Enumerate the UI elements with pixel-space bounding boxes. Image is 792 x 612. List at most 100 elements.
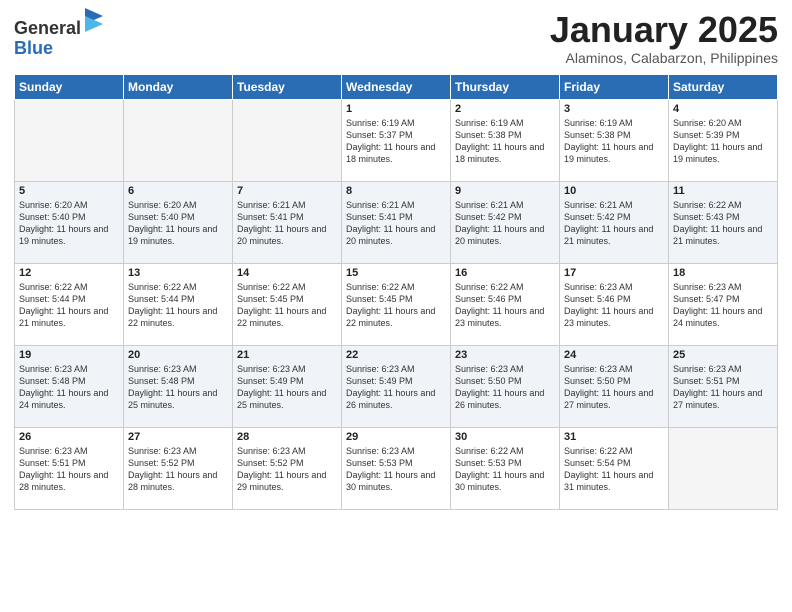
day-number: 31 [564, 431, 664, 443]
day-number: 18 [673, 267, 773, 279]
table-row: 23 Sunrise: 6:23 AM Sunset: 5:50 PM Dayli… [451, 345, 560, 427]
table-row: 2 Sunrise: 6:19 AM Sunset: 5:38 PM Daylig… [451, 99, 560, 181]
day-number: 1 [346, 103, 446, 115]
day-info: Sunrise: 6:20 AM Sunset: 5:40 PM Dayligh… [19, 199, 119, 248]
day-info: Sunrise: 6:21 AM Sunset: 5:42 PM Dayligh… [455, 199, 555, 248]
col-tuesday: Tuesday [233, 74, 342, 99]
day-info: Sunrise: 6:23 AM Sunset: 5:52 PM Dayligh… [237, 445, 337, 494]
table-row: 26 Sunrise: 6:23 AM Sunset: 5:51 PM Dayli… [15, 427, 124, 509]
logo: General Blue [14, 10, 105, 59]
table-row: 31 Sunrise: 6:22 AM Sunset: 5:54 PM Dayli… [560, 427, 669, 509]
table-row: 21 Sunrise: 6:23 AM Sunset: 5:49 PM Dayli… [233, 345, 342, 427]
day-info: Sunrise: 6:23 AM Sunset: 5:50 PM Dayligh… [455, 363, 555, 412]
day-info: Sunrise: 6:22 AM Sunset: 5:44 PM Dayligh… [19, 281, 119, 330]
day-number: 24 [564, 349, 664, 361]
table-row: 27Sunrise: 6:23 AM Sunset: 5:52 PM Dayli… [124, 427, 233, 509]
table-row: 11 Sunrise: 6:22 AM Sunset: 5:43 PM Dayli… [669, 181, 778, 263]
calendar-body: 1 Sunrise: 6:19 AM Sunset: 5:37 PM Daylig… [15, 99, 778, 509]
day-number: 20 [128, 349, 228, 361]
table-row: 8 Sunrise: 6:21 AM Sunset: 5:41 PM Daylig… [342, 181, 451, 263]
day-info: Sunrise: 6:23 AM Sunset: 5:51 PM Dayligh… [673, 363, 773, 412]
table-row: 28Sunrise: 6:23 AM Sunset: 5:52 PM Dayli… [233, 427, 342, 509]
day-number: 11 [673, 185, 773, 197]
calendar-week-row: 26 Sunrise: 6:23 AM Sunset: 5:51 PM Dayli… [15, 427, 778, 509]
table-row: 4Sunrise: 6:20 AM Sunset: 5:39 PM Daylig… [669, 99, 778, 181]
day-info: Sunrise: 6:22 AM Sunset: 5:45 PM Dayligh… [237, 281, 337, 330]
col-sunday: Sunday [15, 74, 124, 99]
logo-flag-icon [83, 6, 105, 34]
table-row: 19 Sunrise: 6:23 AM Sunset: 5:48 PM Dayli… [15, 345, 124, 427]
day-info: Sunrise: 6:21 AM Sunset: 5:42 PM Dayligh… [564, 199, 664, 248]
table-row: 10 Sunrise: 6:21 AM Sunset: 5:42 PM Dayli… [560, 181, 669, 263]
table-row: 30 Sunrise: 6:22 AM Sunset: 5:53 PM Dayli… [451, 427, 560, 509]
table-row: 15Sunrise: 6:22 AM Sunset: 5:45 PM Dayli… [342, 263, 451, 345]
day-number: 13 [128, 267, 228, 279]
day-info: Sunrise: 6:23 AM Sunset: 5:47 PM Dayligh… [673, 281, 773, 330]
day-number: 14 [237, 267, 337, 279]
table-row [233, 99, 342, 181]
day-number: 9 [455, 185, 555, 197]
day-number: 25 [673, 349, 773, 361]
day-number: 23 [455, 349, 555, 361]
day-number: 15 [346, 267, 446, 279]
calendar: Sunday Monday Tuesday Wednesday Thursday… [14, 74, 778, 510]
table-row [124, 99, 233, 181]
col-saturday: Saturday [669, 74, 778, 99]
day-info: Sunrise: 6:20 AM Sunset: 5:39 PM Dayligh… [673, 117, 773, 166]
day-info: Sunrise: 6:22 AM Sunset: 5:44 PM Dayligh… [128, 281, 228, 330]
day-number: 19 [19, 349, 119, 361]
month-title: January 2025 [550, 10, 778, 50]
table-row: 6Sunrise: 6:20 AM Sunset: 5:40 PM Daylig… [124, 181, 233, 263]
table-row: 5 Sunrise: 6:20 AM Sunset: 5:40 PM Daylig… [15, 181, 124, 263]
day-number: 2 [455, 103, 555, 115]
day-info: Sunrise: 6:23 AM Sunset: 5:46 PM Dayligh… [564, 281, 664, 330]
table-row: 14 Sunrise: 6:22 AM Sunset: 5:45 PM Dayli… [233, 263, 342, 345]
title-block: January 2025 Alaminos, Calabarzon, Phili… [550, 10, 778, 66]
col-friday: Friday [560, 74, 669, 99]
col-monday: Monday [124, 74, 233, 99]
day-info: Sunrise: 6:23 AM Sunset: 5:53 PM Dayligh… [346, 445, 446, 494]
day-number: 3 [564, 103, 664, 115]
table-row: 16 Sunrise: 6:22 AM Sunset: 5:46 PM Dayli… [451, 263, 560, 345]
day-info: Sunrise: 6:22 AM Sunset: 5:54 PM Dayligh… [564, 445, 664, 494]
day-info: Sunrise: 6:22 AM Sunset: 5:53 PM Dayligh… [455, 445, 555, 494]
table-row: 9 Sunrise: 6:21 AM Sunset: 5:42 PM Daylig… [451, 181, 560, 263]
day-info: Sunrise: 6:23 AM Sunset: 5:50 PM Dayligh… [564, 363, 664, 412]
day-info: Sunrise: 6:21 AM Sunset: 5:41 PM Dayligh… [346, 199, 446, 248]
table-row [15, 99, 124, 181]
day-info: Sunrise: 6:23 AM Sunset: 5:48 PM Dayligh… [128, 363, 228, 412]
day-info: Sunrise: 6:22 AM Sunset: 5:46 PM Dayligh… [455, 281, 555, 330]
table-row: 12Sunrise: 6:22 AM Sunset: 5:44 PM Dayli… [15, 263, 124, 345]
table-row: 17Sunrise: 6:23 AM Sunset: 5:46 PM Dayli… [560, 263, 669, 345]
table-row [669, 427, 778, 509]
table-row: 20 Sunrise: 6:23 AM Sunset: 5:48 PM Dayli… [124, 345, 233, 427]
table-row: 7 Sunrise: 6:21 AM Sunset: 5:41 PM Daylig… [233, 181, 342, 263]
day-number: 22 [346, 349, 446, 361]
day-info: Sunrise: 6:23 AM Sunset: 5:51 PM Dayligh… [19, 445, 119, 494]
calendar-week-row: 5 Sunrise: 6:20 AM Sunset: 5:40 PM Daylig… [15, 181, 778, 263]
day-number: 30 [455, 431, 555, 443]
day-info: Sunrise: 6:19 AM Sunset: 5:38 PM Dayligh… [455, 117, 555, 166]
col-wednesday: Wednesday [342, 74, 451, 99]
day-number: 7 [237, 185, 337, 197]
day-number: 5 [19, 185, 119, 197]
day-number: 10 [564, 185, 664, 197]
day-number: 8 [346, 185, 446, 197]
day-info: Sunrise: 6:21 AM Sunset: 5:41 PM Dayligh… [237, 199, 337, 248]
day-number: 16 [455, 267, 555, 279]
day-number: 21 [237, 349, 337, 361]
day-info: Sunrise: 6:22 AM Sunset: 5:43 PM Dayligh… [673, 199, 773, 248]
day-info: Sunrise: 6:23 AM Sunset: 5:49 PM Dayligh… [237, 363, 337, 412]
table-row: 3Sunrise: 6:19 AM Sunset: 5:38 PM Daylig… [560, 99, 669, 181]
location-title: Alaminos, Calabarzon, Philippines [550, 50, 778, 66]
col-thursday: Thursday [451, 74, 560, 99]
calendar-week-row: 12Sunrise: 6:22 AM Sunset: 5:44 PM Dayli… [15, 263, 778, 345]
day-number: 27 [128, 431, 228, 443]
day-number: 26 [19, 431, 119, 443]
calendar-header-row: Sunday Monday Tuesday Wednesday Thursday… [15, 74, 778, 99]
day-info: Sunrise: 6:19 AM Sunset: 5:37 PM Dayligh… [346, 117, 446, 166]
day-info: Sunrise: 6:23 AM Sunset: 5:48 PM Dayligh… [19, 363, 119, 412]
table-row: 18 Sunrise: 6:23 AM Sunset: 5:47 PM Dayli… [669, 263, 778, 345]
table-row: 25 Sunrise: 6:23 AM Sunset: 5:51 PM Dayli… [669, 345, 778, 427]
day-number: 29 [346, 431, 446, 443]
